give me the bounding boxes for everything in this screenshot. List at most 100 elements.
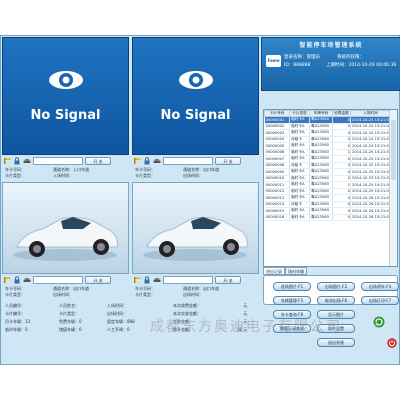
cancel-exit-button[interactable]: 取消出场-F6 bbox=[317, 296, 355, 305]
car-icon[interactable] bbox=[23, 276, 31, 284]
stat-label: 人员编号： bbox=[5, 303, 25, 308]
stat-label: 本次收费金额： bbox=[173, 303, 201, 308]
table-cell: 粤A23560 bbox=[309, 214, 333, 221]
lane-2-time-label: 出场时间： bbox=[183, 173, 203, 178]
lane-1-channel: 通道名称：入口车道 入场时间： bbox=[53, 167, 89, 179]
table-row[interactable]: 00000016 临时卡A 粤A23560 0 2014-10-26 15:21:02 bbox=[264, 214, 391, 221]
lane-1-plate-input[interactable] bbox=[33, 157, 83, 165]
scrollbar-thumb[interactable] bbox=[391, 120, 396, 180]
no-signal-text: No Signal bbox=[160, 107, 231, 123]
lane-3-plate-input[interactable] bbox=[33, 276, 83, 284]
table-cell: 临时卡A bbox=[289, 214, 310, 221]
app-title: 智能停车场管理系统 bbox=[299, 42, 363, 49]
lane-3-type-label: 卡片类型： bbox=[5, 292, 25, 297]
stat-label: 月卡车辆：13 bbox=[5, 319, 31, 324]
stat-label: 人工开闸：0 bbox=[107, 327, 130, 332]
stats-col-3: 入场时间： 出场时间： 固定车辆：888 人工开闸：0 bbox=[107, 302, 135, 334]
lane-1-type-label: 卡片类型： bbox=[5, 173, 25, 178]
exit-system-button[interactable]: 退出系统 bbox=[317, 338, 355, 347]
stats-col-1: 人员编号： 卡片编号： 月卡车辆：13 临时车辆：0 bbox=[5, 302, 30, 334]
power-icon[interactable] bbox=[387, 338, 397, 350]
barrier-icon[interactable] bbox=[133, 276, 141, 284]
column-header[interactable]: 收费金额 bbox=[332, 110, 351, 117]
lane-3-time-label: 出场时间： bbox=[53, 292, 73, 297]
lane-4-info: 车卡号码： 卡片类型： bbox=[135, 286, 155, 298]
stat-label: 免费车辆：0 bbox=[59, 319, 82, 324]
stat-label: 卡片类型： bbox=[59, 311, 79, 316]
lane-4-plate-input[interactable] bbox=[163, 276, 213, 284]
lane-2-plate-input[interactable] bbox=[163, 157, 213, 165]
car-icon[interactable] bbox=[153, 157, 161, 165]
lane-2-snapshot bbox=[132, 182, 259, 274]
car-icon[interactable] bbox=[23, 157, 31, 165]
lane-2-channel: 通道名称：出口车道 出场时间： bbox=[183, 167, 219, 179]
camera-view-2: No Signal bbox=[132, 37, 259, 155]
system-header: 智能停车场管理系统 Fame 登录名称：管理员 系统的权限： ID：888888… bbox=[261, 37, 400, 91]
table-cell: 0 bbox=[332, 214, 351, 221]
lane-2-controls: 开 关 bbox=[133, 156, 241, 166]
lane-4-open-button[interactable]: 开 关 bbox=[215, 276, 241, 284]
exit-stop-button[interactable]: 出场停车-F4 bbox=[361, 282, 399, 291]
system-label: 系统的权限： bbox=[337, 55, 364, 60]
last-login: 上期时间：2014-10-29 00:06:36 bbox=[326, 63, 397, 68]
brand-logo: Fame bbox=[266, 55, 281, 67]
records-table: 卡片号码 卡片类型 车牌号码 收费金额 入场时间 00000001 临时卡A 粤A2… bbox=[263, 109, 398, 267]
camera-view-1: No Signal bbox=[2, 37, 129, 155]
lane-3-open-button[interactable]: 开 关 bbox=[85, 276, 111, 284]
stat-label: 人员姓名： bbox=[59, 303, 79, 308]
table-cell: 00000016 bbox=[264, 214, 290, 221]
car-photo bbox=[143, 216, 248, 261]
barrier-icon[interactable] bbox=[133, 157, 141, 165]
entry-image-button[interactable]: 进场图片-F1 bbox=[273, 282, 311, 291]
lane-2-info: 车卡号码： 卡片类型： bbox=[135, 167, 155, 179]
lane-4-time-label: 出场时间： bbox=[183, 292, 203, 297]
watermark-text: 成都东方奥迪电子有限公司 bbox=[150, 319, 342, 335]
stats-col-2: 人员姓名： 卡片类型： 免费车辆：0 储值车辆：0 bbox=[59, 302, 82, 334]
table-cell: 2014-10-26 15:21:02 bbox=[350, 214, 391, 221]
lane-1-controls: 开 关 bbox=[3, 156, 111, 166]
refresh-icon[interactable] bbox=[373, 316, 385, 330]
eye-icon bbox=[48, 70, 83, 89]
stat-unit: 元 bbox=[243, 303, 248, 308]
lane-3-info: 车卡号码： 卡片类型： bbox=[5, 286, 25, 298]
stat-label: 储值车辆：0 bbox=[59, 327, 82, 332]
car-photo bbox=[13, 216, 118, 261]
exit-image-button[interactable]: 出场图片-F2 bbox=[317, 282, 355, 291]
lane-2-open-button[interactable]: 开 关 bbox=[215, 157, 241, 165]
vertical-scrollbar[interactable] bbox=[389, 110, 397, 266]
lock-icon[interactable] bbox=[143, 157, 151, 165]
vehicle-manage-button[interactable]: 车辆管理-F5 bbox=[273, 296, 311, 305]
lane-2-type-label: 卡片类型： bbox=[135, 173, 155, 178]
lane-4-type-label: 卡片类型： bbox=[135, 292, 155, 297]
lane-4-controls: 开 关 bbox=[133, 275, 241, 285]
lane-1-snapshot bbox=[2, 182, 129, 274]
records-body: 00000001 临时卡A 粤A23560 0 2014-10-24 15:21:02 0… bbox=[264, 116, 391, 221]
lane-3-channel: 通道名称：出口车道 出场时间： bbox=[53, 286, 89, 298]
lane-1-info: 车卡号码： 卡片类型： bbox=[5, 167, 25, 179]
id-label: ID：888888 bbox=[284, 63, 311, 68]
lane-3-controls: 开 关 bbox=[3, 275, 111, 285]
lane-4-channel: 通道名称：出口车道 出场时间： bbox=[183, 286, 219, 298]
barrier-icon[interactable] bbox=[3, 276, 11, 284]
lane-1-time-label: 入场时间： bbox=[53, 173, 73, 178]
records-grid: 卡片号码 卡片类型 车牌号码 收费金额 入场时间 00000001 临时卡A 粤A2… bbox=[264, 110, 391, 221]
stat-label: 固定车辆：888 bbox=[107, 319, 135, 324]
no-signal-text: No Signal bbox=[30, 107, 101, 123]
car-icon[interactable] bbox=[153, 276, 161, 284]
records-header-row: 卡片号码 卡片类型 车牌号码 收费金额 入场时间 bbox=[264, 110, 391, 117]
lock-icon[interactable] bbox=[13, 276, 21, 284]
stat-label: 入场时间： bbox=[107, 303, 127, 308]
stat-label: 出场时间： bbox=[107, 311, 127, 316]
tab-in-lot[interactable]: 场内车辆 bbox=[285, 267, 307, 275]
tab-records[interactable]: 进出记录 bbox=[263, 267, 285, 275]
lane-1-open-button[interactable]: 开 关 bbox=[85, 157, 111, 165]
column-header[interactable]: 卡片类型 bbox=[289, 110, 310, 117]
exit-print-button[interactable]: 出场打印-F7 bbox=[361, 296, 399, 305]
barrier-icon[interactable] bbox=[3, 157, 11, 165]
operator-label: 登录名称：管理员 bbox=[284, 55, 320, 60]
lock-icon[interactable] bbox=[13, 157, 21, 165]
lock-icon[interactable] bbox=[143, 276, 151, 284]
eye-icon bbox=[178, 70, 213, 89]
stat-label: 卡片编号： bbox=[5, 311, 25, 316]
stat-label: 临时车辆：0 bbox=[5, 327, 28, 332]
